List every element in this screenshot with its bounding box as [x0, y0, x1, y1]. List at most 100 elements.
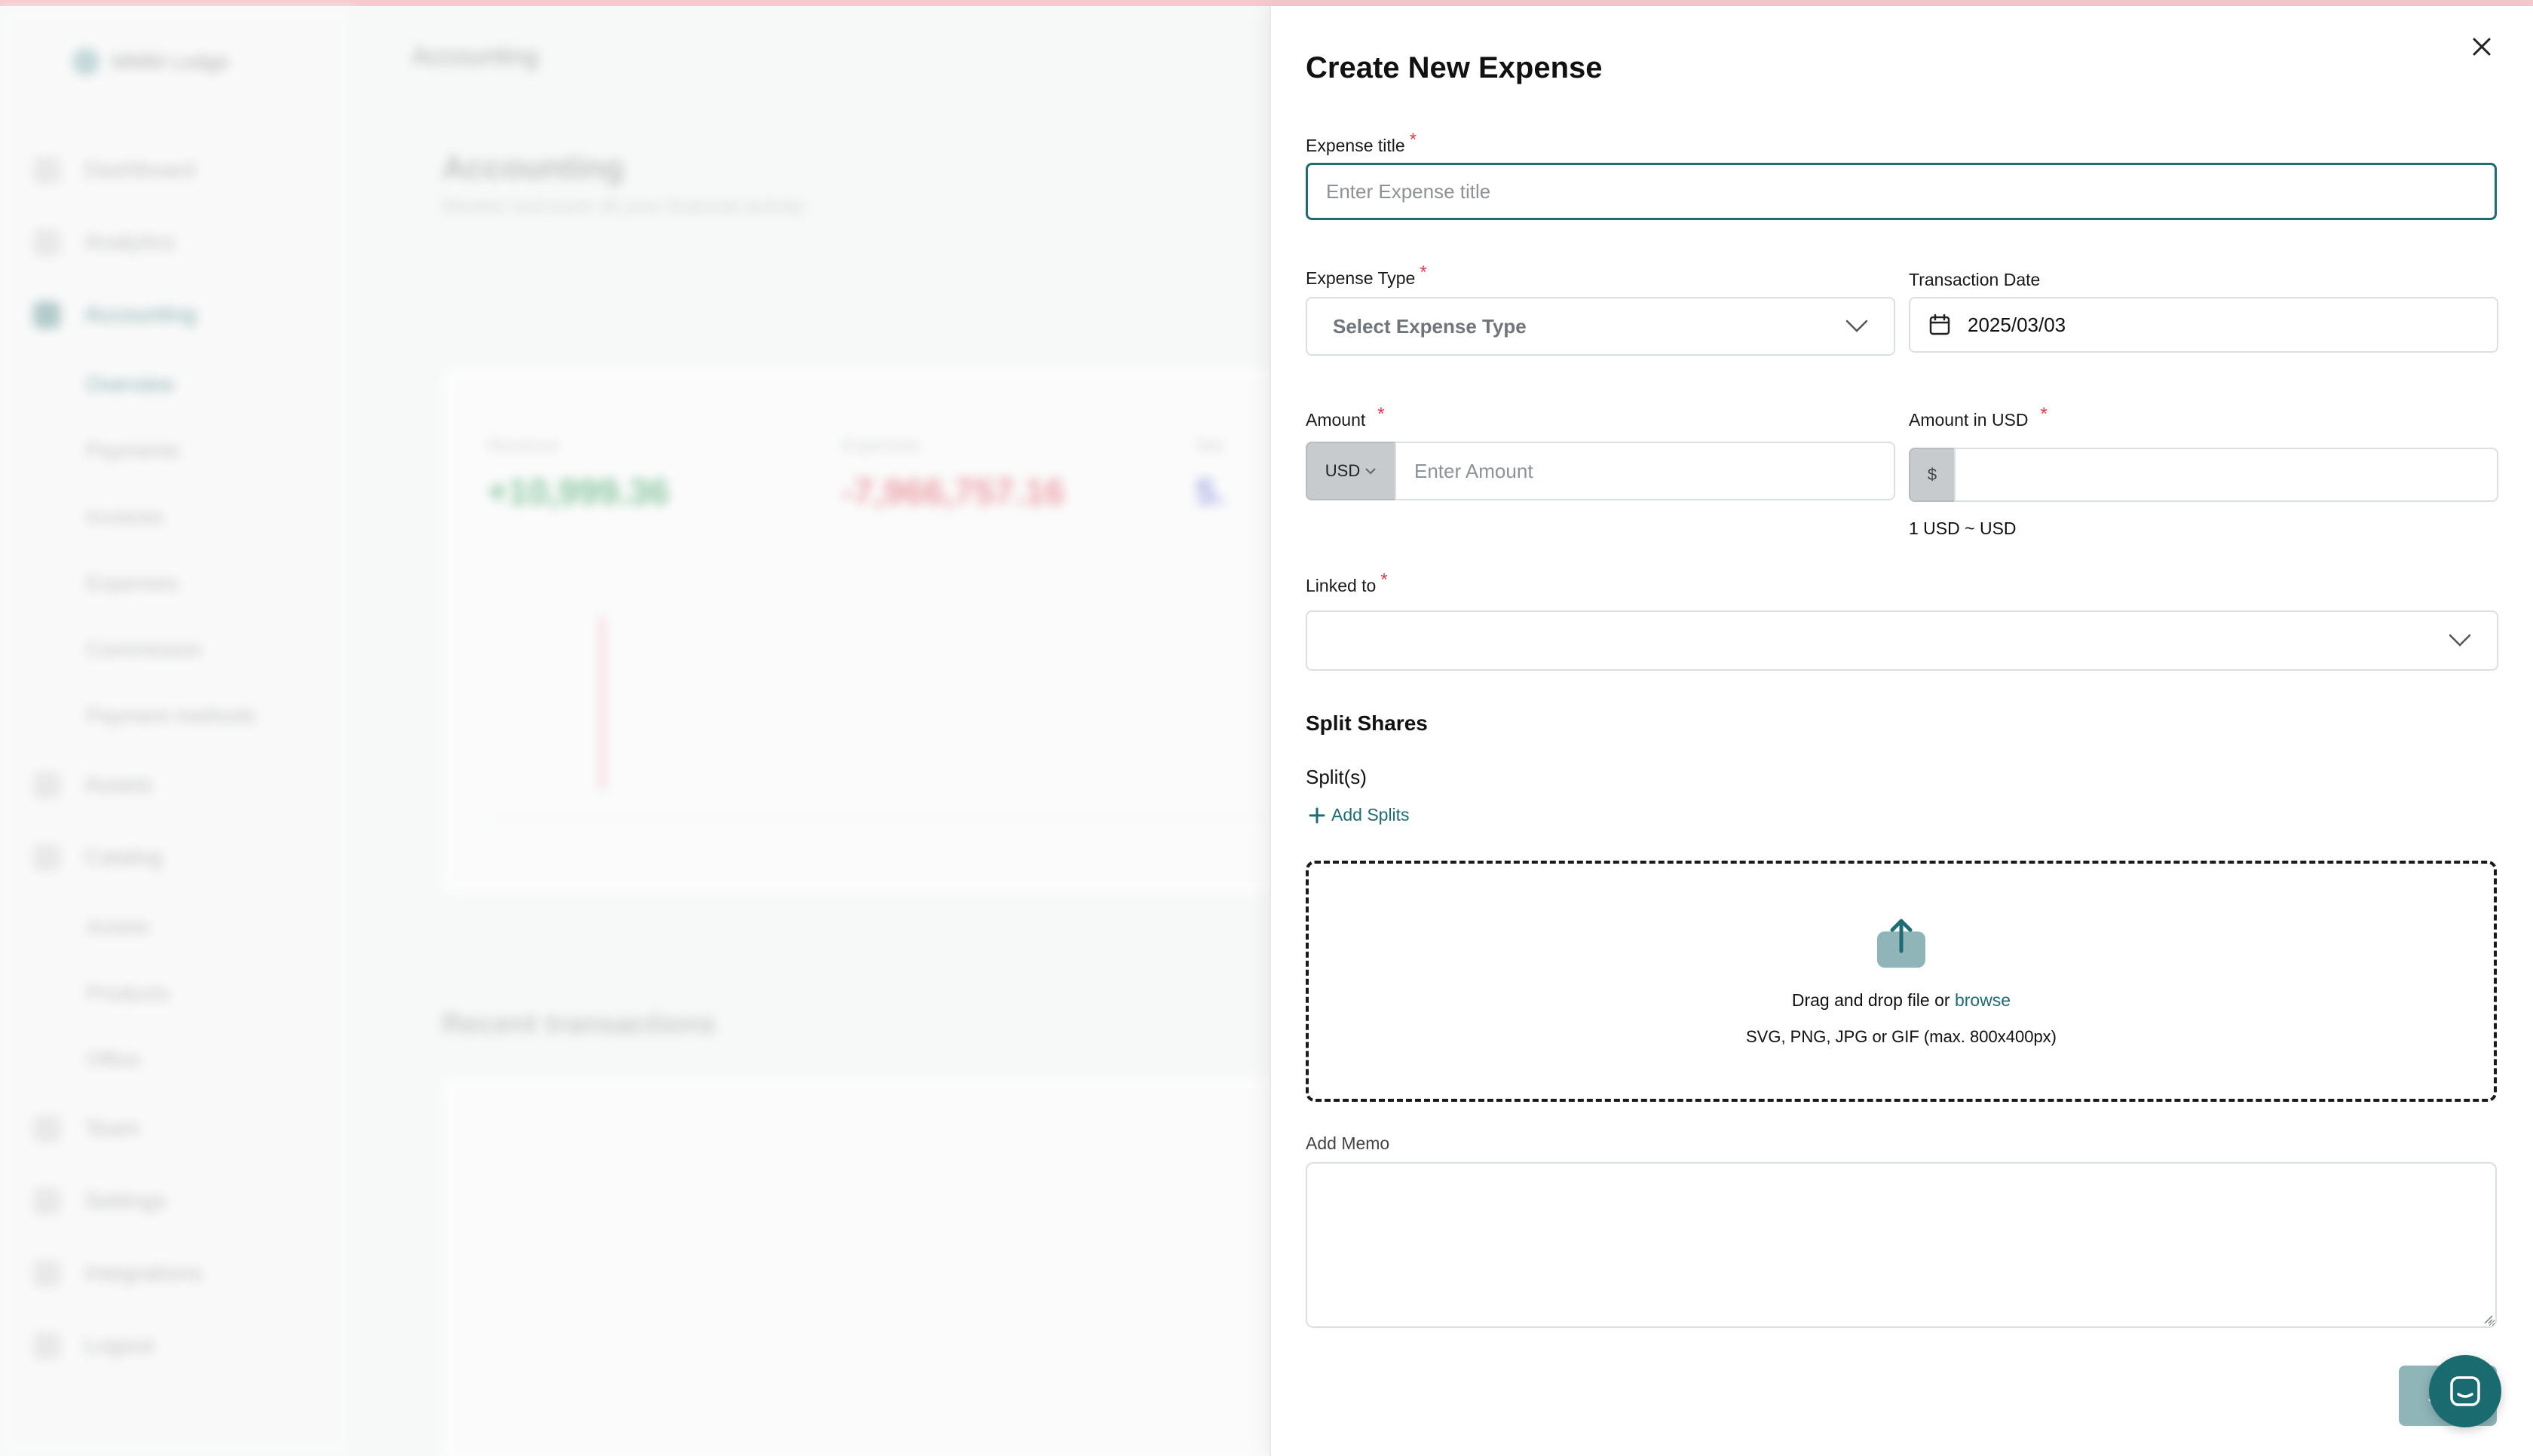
sidebar-item-label: Accounting — [84, 302, 197, 327]
sidebar-item[interactable]: Payment methods — [33, 683, 335, 749]
sidebar-item-icon — [33, 844, 60, 871]
sidebar-item[interactable]: Office — [33, 1026, 335, 1093]
sidebar-item[interactable]: Catalog — [33, 821, 335, 894]
stat-expenses: Expenses -7,966,757.16 — [841, 436, 1064, 513]
required-marker: * — [2040, 404, 2048, 424]
upload-hint: SVG, PNG, JPG or GIF (max. 800x400px) — [1745, 1026, 2057, 1046]
add-splits-button[interactable]: Add Splits — [1309, 805, 1410, 825]
sidebar-item[interactable]: Settings — [33, 1165, 335, 1237]
transaction-date-value: 2025/03/03 — [1968, 313, 2066, 336]
transaction-date-label: Transaction Date — [1909, 270, 2040, 290]
summary-chart — [487, 594, 1316, 820]
create-expense-drawer: Create New Expense Expense title* Expens… — [1270, 6, 2533, 1456]
upload-instructions: Drag and drop file or browse — [1792, 990, 2011, 1011]
sidebar-item[interactable]: Payments — [33, 418, 335, 484]
sidebar-item-icon — [33, 301, 60, 329]
sidebar-item-label: Expenses — [86, 571, 179, 595]
currency-value: USD — [1325, 461, 1361, 480]
resize-grip-icon[interactable] — [2482, 1313, 2494, 1325]
stat-value: -7,966,757.16 — [841, 473, 1065, 512]
usd-prefix-text: $ — [1927, 465, 1937, 484]
amount-usd-input[interactable] — [1954, 448, 2498, 502]
org-name: MMM Lodge — [112, 50, 229, 73]
expense-type-select[interactable]: Select Expense Type — [1306, 297, 1895, 356]
summary-card: Revenue +10,999.36 Expenses -7,966,757.1… — [442, 368, 1346, 895]
sidebar-item[interactable]: Overview — [33, 351, 335, 418]
sidebar-item-label: Integrations — [84, 1261, 203, 1286]
sidebar-item-label: Office — [86, 1048, 141, 1071]
splits-subtitle: Split(s) — [1306, 766, 1367, 788]
stat-value: 5. — [1196, 473, 1227, 512]
linked-to-label: Linked to * — [1306, 570, 1388, 597]
memo-label: Add Memo — [1306, 1133, 1390, 1153]
sidebar-item[interactable]: Expenses — [33, 550, 335, 616]
stat-label: Expenses — [841, 436, 921, 456]
add-splits-label: Add Splits — [1331, 805, 1410, 824]
top-header-title: Accounting — [412, 42, 539, 71]
chat-icon — [2450, 1376, 2480, 1406]
transaction-date-field[interactable]: 2025/03/03 — [1909, 297, 2498, 353]
close-button[interactable] — [2464, 29, 2500, 65]
sidebar-item-label: Invoices — [86, 505, 164, 528]
chevron-down-icon — [1845, 320, 1868, 332]
sidebar-item-label: Products — [86, 981, 170, 1005]
sidebar-item[interactable]: Invoices — [33, 484, 335, 550]
sidebar-item-label: Commission — [86, 638, 203, 661]
usd-prefix: $ — [1909, 448, 1956, 502]
memo-textarea[interactable] — [1306, 1162, 2497, 1328]
sidebar: MMM Lodge Dashboard Analytics Accounting Ov… — [0, 6, 354, 1456]
expense-title-input[interactable] — [1306, 163, 2497, 220]
sidebar-item[interactable]: Assets — [33, 749, 335, 821]
sidebar-item-icon — [33, 1188, 60, 1215]
file-dropzone[interactable]: Drag and drop file or browse SVG, PNG, J… — [1306, 861, 2497, 1102]
sidebar-item[interactable]: Products — [33, 960, 335, 1026]
sidebar-item-icon — [33, 1260, 60, 1287]
required-marker: * — [1420, 262, 1427, 283]
sidebar-item-label: Team — [84, 1116, 140, 1141]
chevron-down-icon — [2449, 634, 2471, 647]
sidebar-item-label: Assets — [86, 915, 150, 938]
drawer-title: Create New Expense — [1306, 51, 1603, 84]
label-text: Amount — [1306, 410, 1366, 430]
sidebar-item-label: Logout — [84, 1333, 154, 1358]
sidebar-item[interactable]: Accounting — [33, 279, 335, 351]
sidebar-item[interactable]: Analytics — [33, 206, 335, 279]
label-text: Expense Type — [1306, 268, 1416, 288]
stat-value: +10,999.36 — [487, 473, 669, 512]
browse-link[interactable]: browse — [1955, 990, 2011, 1010]
sidebar-item[interactable]: Commission — [33, 616, 335, 683]
sidebar-item-label: Payment methods — [86, 704, 256, 727]
chevron-down-icon — [1365, 468, 1376, 475]
page-title: Accounting — [442, 149, 624, 186]
required-marker: * — [1380, 570, 1388, 590]
expense-title-label: Expense title * — [1306, 130, 1417, 157]
sidebar-item-label: Dashboard — [84, 158, 195, 182]
sidebar-item[interactable]: Logout — [33, 1310, 335, 1382]
sidebar-item[interactable]: Dashboard — [33, 134, 335, 206]
sidebar-item-icon — [33, 1115, 60, 1142]
sidebar-item[interactable]: Assets — [33, 894, 335, 960]
label-text: Expense title — [1306, 136, 1405, 155]
split-shares-title: Split Shares — [1306, 711, 1428, 735]
page-subtitle: Monitor and track all your financial act… — [442, 194, 805, 217]
sidebar-item-icon — [33, 772, 60, 799]
chat-launcher-button[interactable] — [2429, 1355, 2501, 1427]
amount-label: Amount * — [1306, 404, 1385, 431]
sidebar-item-icon — [33, 1332, 60, 1360]
sidebar-item-label: Overview — [86, 372, 174, 396]
sidebar-item[interactable]: Team — [33, 1093, 335, 1165]
upload-icon — [1877, 919, 1925, 968]
linked-to-select[interactable] — [1306, 610, 2498, 671]
stat-label: Revenue — [487, 436, 560, 456]
org-switcher: MMM Lodge — [72, 48, 229, 75]
calendar-icon — [1929, 314, 1950, 335]
recent-transactions-title: Recent transactions — [442, 1008, 716, 1040]
amount-input[interactable] — [1395, 442, 1895, 500]
currency-select[interactable]: USD — [1306, 442, 1396, 500]
required-marker: * — [1409, 130, 1417, 150]
label-text: Transaction Date — [1909, 270, 2041, 289]
sidebar-item[interactable]: Integrations — [33, 1237, 335, 1310]
sidebar-item-label: Analytics — [84, 230, 176, 255]
sidebar-item-label: Catalog — [84, 845, 163, 870]
close-icon — [2473, 38, 2491, 56]
